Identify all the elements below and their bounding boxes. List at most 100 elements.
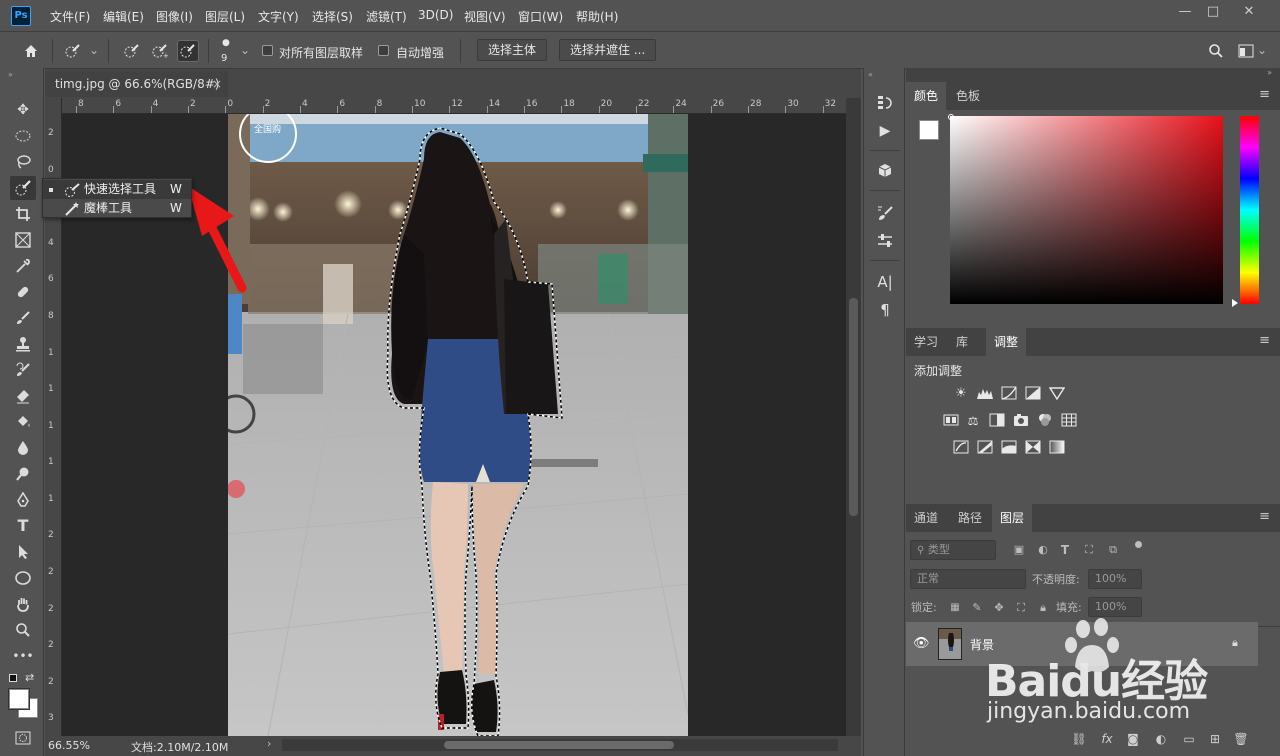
color-picker-cursor[interactable] xyxy=(948,114,954,120)
quick-mask-icon[interactable] xyxy=(10,726,36,750)
invert-icon[interactable] xyxy=(952,440,970,456)
photo-filter-icon[interactable] xyxy=(1012,413,1030,429)
menu-file[interactable]: 文件(F) xyxy=(50,8,90,25)
flyout-item-quick-selection[interactable]: 快速选择工具 W xyxy=(43,180,191,199)
curves-icon[interactable] xyxy=(1000,386,1018,402)
brightness-contrast-icon[interactable]: ☀ xyxy=(952,386,970,402)
brush-dot-icon[interactable]: ● xyxy=(222,38,230,48)
color-lookup-icon[interactable] xyxy=(1060,413,1078,429)
tab-channels[interactable]: 通道 xyxy=(906,504,946,532)
panel-menu-icon[interactable]: ≡ xyxy=(1259,82,1270,110)
horizontal-scrollbar[interactable] xyxy=(282,739,838,751)
scroll-thumb[interactable] xyxy=(849,298,858,516)
healing-brush-tool-icon[interactable] xyxy=(10,280,36,304)
paragraph-panel-icon[interactable]: ¶ xyxy=(874,299,896,321)
ellipse-tool-icon[interactable] xyxy=(10,566,36,590)
default-colors-icon[interactable] xyxy=(9,674,17,682)
black-white-icon[interactable] xyxy=(988,413,1006,429)
dodge-tool-icon[interactable] xyxy=(10,462,36,486)
lock-artboard-icon[interactable]: ⛶ xyxy=(1012,600,1030,616)
actions-play-icon[interactable]: ▶ xyxy=(874,120,896,142)
select-subject-button[interactable]: 选择主体 xyxy=(477,39,548,61)
menu-window[interactable]: 窗口(W) xyxy=(518,8,563,25)
lock-position-icon[interactable]: ✥ xyxy=(990,600,1008,616)
auto-enhance-checkbox[interactable] xyxy=(378,45,389,56)
chevron-down-icon[interactable]: ⌄ xyxy=(89,43,99,57)
menu-3d[interactable]: 3D(D) xyxy=(418,8,453,22)
menu-select[interactable]: 选择(S) xyxy=(312,8,353,25)
foreground-color-swatch[interactable] xyxy=(9,689,29,709)
status-arrow-icon[interactable]: › xyxy=(267,737,271,750)
tab-libraries[interactable]: 库 xyxy=(948,328,976,356)
vertical-scrollbar[interactable] xyxy=(846,98,861,736)
workspace-icon[interactable] xyxy=(1235,40,1257,62)
lock-all-icon[interactable]: 🔒︎ xyxy=(1034,600,1052,616)
gradient-map-icon[interactable] xyxy=(1048,440,1066,456)
search-icon[interactable] xyxy=(1205,40,1227,62)
3d-panel-icon[interactable] xyxy=(874,160,896,182)
layer-filter-dropdown[interactable]: ⚲ 类型 xyxy=(910,540,996,560)
sample-all-layers-checkbox[interactable] xyxy=(262,45,273,56)
new-selection-brush-icon[interactable] xyxy=(121,40,143,62)
filter-adjustment-icon[interactable]: ◐ xyxy=(1034,542,1052,558)
blend-mode-dropdown[interactable]: 正常 xyxy=(910,569,1026,589)
filter-type-icon[interactable]: T xyxy=(1056,542,1074,558)
lock-pixels-icon[interactable]: ✎ xyxy=(968,600,986,616)
menu-filter[interactable]: 滤镜(T) xyxy=(366,8,407,25)
history-panel-icon[interactable] xyxy=(874,92,896,114)
filter-toggle-icon[interactable] xyxy=(1135,541,1142,548)
tab-paths[interactable]: 路径 xyxy=(950,504,990,532)
clone-stamp-tool-icon[interactable] xyxy=(10,332,36,356)
restore-button[interactable]: □ xyxy=(1196,2,1230,22)
chevron-down-icon[interactable]: ⌄ xyxy=(1257,43,1267,57)
zoom-level[interactable]: 66.55% xyxy=(48,739,90,752)
fill-input[interactable]: 100% xyxy=(1088,597,1142,617)
swap-colors-icon[interactable]: ⇄ xyxy=(25,671,34,684)
lock-transparency-icon[interactable]: ▦ xyxy=(946,600,964,616)
menu-image[interactable]: 图像(I) xyxy=(156,8,193,25)
filter-smart-object-icon[interactable]: ⧉ xyxy=(1104,542,1122,558)
menu-type[interactable]: 文字(Y) xyxy=(258,8,299,25)
menu-edit[interactable]: 编辑(E) xyxy=(103,8,144,25)
auto-enhance-label[interactable]: 自动增强 xyxy=(396,44,444,61)
collapse-icon[interactable]: » xyxy=(8,70,13,79)
home-icon[interactable] xyxy=(20,40,42,62)
close-tab-icon[interactable]: × xyxy=(212,71,222,97)
zoom-tool-icon[interactable] xyxy=(10,618,36,642)
menu-help[interactable]: 帮助(H) xyxy=(576,8,618,25)
threshold-icon[interactable] xyxy=(1000,440,1018,456)
path-selection-tool-icon[interactable] xyxy=(10,540,36,564)
selective-color-icon[interactable] xyxy=(1024,440,1042,456)
eraser-tool-icon[interactable] xyxy=(10,384,36,408)
posterize-icon[interactable] xyxy=(976,440,994,456)
panel-menu-icon[interactable]: ≡ xyxy=(1259,328,1270,356)
quick-selection-tool-icon[interactable] xyxy=(10,176,36,200)
menu-layer[interactable]: 图层(L) xyxy=(205,8,245,25)
opacity-input[interactable]: 100% xyxy=(1088,569,1142,589)
add-to-selection-brush-icon[interactable]: + xyxy=(149,40,171,62)
hand-tool-icon[interactable] xyxy=(10,592,36,616)
tab-learn[interactable]: 学习 xyxy=(906,328,946,356)
adjustments-sliders-icon[interactable] xyxy=(874,230,896,252)
menu-view[interactable]: 视图(V) xyxy=(464,8,506,25)
panel-menu-icon[interactable]: ≡ xyxy=(1259,504,1270,532)
close-window-button[interactable]: ✕ xyxy=(1232,2,1266,22)
more-tools-icon[interactable]: ••• xyxy=(10,644,36,668)
crop-tool-icon[interactable] xyxy=(10,202,36,226)
move-tool-icon[interactable]: ✥ xyxy=(10,98,36,122)
sample-all-layers-label[interactable]: 对所有图层取样 xyxy=(279,44,363,61)
pen-tool-icon[interactable] xyxy=(10,488,36,512)
brush-size-value[interactable]: 9 xyxy=(221,53,227,64)
tab-color[interactable]: 颜色 xyxy=(906,82,947,110)
levels-icon[interactable] xyxy=(976,386,994,402)
scroll-thumb[interactable] xyxy=(444,741,674,749)
hue-saturation-icon[interactable] xyxy=(942,413,960,429)
type-tool-icon[interactable]: T xyxy=(10,514,36,538)
color-picker-field[interactable] xyxy=(950,116,1223,304)
paint-bucket-tool-icon[interactable] xyxy=(10,410,36,434)
tab-adjustments[interactable]: 调整 xyxy=(986,328,1027,356)
frame-tool-icon[interactable] xyxy=(10,228,36,252)
history-brush-tool-icon[interactable] xyxy=(10,358,36,382)
foreground-color-swatch[interactable] xyxy=(919,120,939,140)
exposure-icon[interactable] xyxy=(1024,386,1042,402)
